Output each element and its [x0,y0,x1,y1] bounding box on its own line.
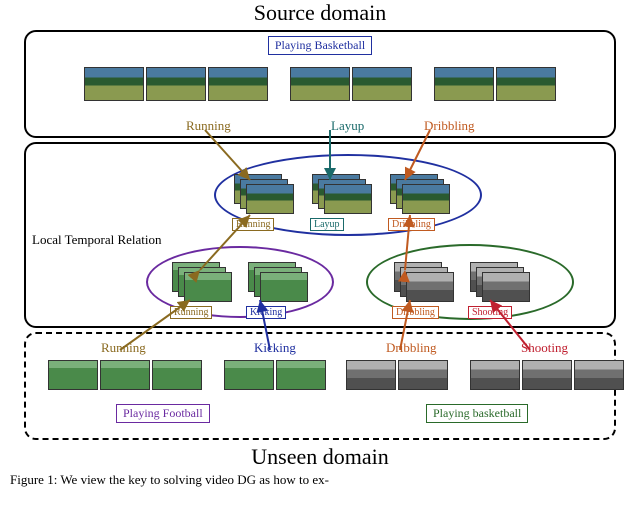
unseen-left-thumbs [48,360,326,390]
caption-dribbling: Dribbling [392,306,439,319]
stack-layup [312,174,372,214]
video-thumb [346,360,396,390]
stack-dribbling-bb [394,262,454,302]
unseen-right-thumbs [346,360,624,390]
caption-running: Running [232,218,274,231]
stack-kicking [248,262,308,302]
source-thumbs-dribbling [434,67,556,101]
video-thumb [574,360,624,390]
video-thumb [224,360,274,390]
label-shooting: Shooting [521,340,568,356]
caption-dribbling: Dribbling [388,218,435,231]
stack-shooting [470,262,530,302]
group-top: Running Layup Dribbling [234,174,450,232]
side-label-local-temporal: Local Temporal Relation [32,232,162,248]
caption-running: Running [170,306,212,319]
label-dribbling: Dribbling [386,340,437,356]
source-thumbs-running [84,67,268,101]
video-thumb [352,67,412,101]
stack-running-fb [172,262,232,302]
label-kicking: Kicking [254,340,296,356]
source-thumbs-layup [290,67,412,101]
caption-layup: Layup [310,218,344,231]
caption-kicking: Kicking [246,306,286,319]
unseen-domain-box: Running Kicking Dribbling Shooting Playi… [24,332,616,440]
label-dribbling: Dribbling [424,118,475,134]
middle-box: Local Temporal Relation Running Layup Dr… [24,142,616,328]
video-thumb [496,67,556,101]
video-thumb [100,360,150,390]
figure-caption: Figure 1: We view the key to solving vid… [0,470,640,488]
label-running: Running [101,340,146,356]
video-thumb [522,360,572,390]
video-thumb [470,360,520,390]
stack-dribbling [390,174,450,214]
unseen-caption-right: Playing basketball [426,404,528,423]
unseen-domain-title: Unseen domain [0,444,640,470]
unseen-caption-left: Playing Football [116,404,210,423]
video-thumb [276,360,326,390]
video-thumb [290,67,350,101]
source-domain-title: Source domain [0,0,640,26]
stack-running [234,174,294,214]
video-thumb [152,360,202,390]
video-thumb [48,360,98,390]
video-thumb [434,67,494,101]
source-domain-box: Playing Basketball Running Layup Dribbli… [24,30,616,138]
video-thumb [146,67,206,101]
label-running: Running [186,118,231,134]
source-thumbs-row [26,67,614,101]
group-left: Running Kicking [172,262,308,320]
group-right: Dribbling Shooting [394,262,530,320]
video-thumb [398,360,448,390]
caption-shooting: Shooting [468,306,512,319]
video-thumb [84,67,144,101]
video-thumb [208,67,268,101]
source-caption: Playing Basketball [268,36,372,55]
label-layup: Layup [331,118,364,134]
